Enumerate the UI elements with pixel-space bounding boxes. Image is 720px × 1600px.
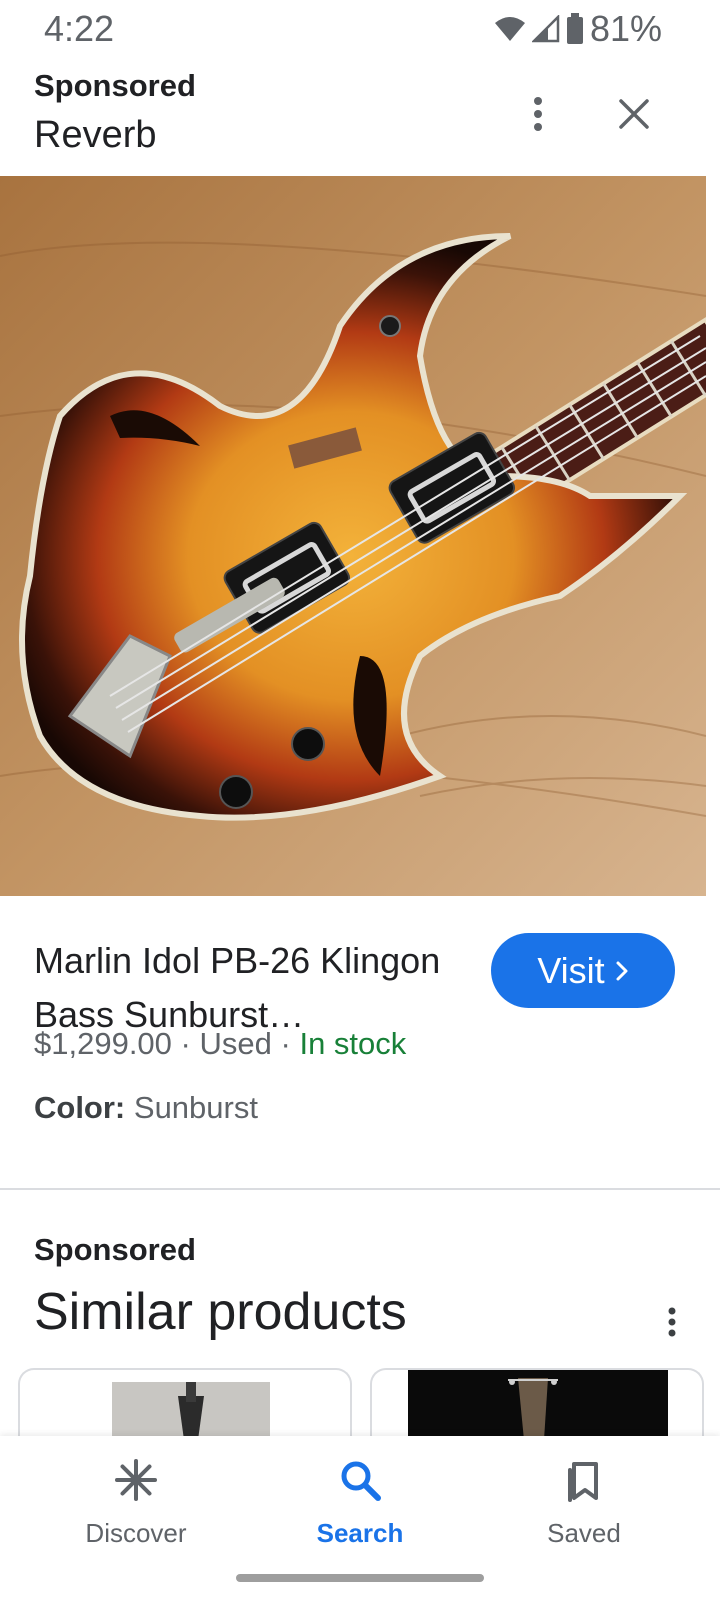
nav-search-label: Search [316,1518,404,1548]
product-image[interactable] [0,176,706,896]
close-icon [619,99,649,129]
similar-product-thumbnail [112,1382,270,1438]
product-price: $1,299.00 [34,1026,172,1061]
visit-button-label: Visit [537,949,605,991]
status-indicators: 81% [494,8,662,50]
sponsored-label: Sponsored [34,68,196,103]
ad-header: Sponsored Reverb [0,56,720,176]
product-title-text: Marlin Idol PB-26 Klingon Bass Sunburst… [34,940,441,1030]
product-condition: Used [199,1026,272,1061]
similar-product-thumbnail [408,1370,668,1438]
similar-sponsored-label: Sponsored [34,1232,196,1267]
color-value: Sunburst [133,1090,258,1125]
chevron-right-icon [616,961,628,980]
discover-asterisk-icon [112,1456,160,1504]
status-time: 4:22 [44,8,115,49]
advertiser-name[interactable]: Reverb [34,114,157,157]
similar-products-title: Similar products [34,1283,407,1341]
section-divider [0,1188,720,1190]
cell-signal-icon [531,15,560,43]
color-row: Color: Sunburst [34,1090,258,1126]
close-button[interactable] [610,90,658,138]
similar-more-button[interactable] [652,1300,692,1344]
similar-product-card[interactable] [370,1368,704,1438]
wifi-icon [494,17,525,41]
visit-button[interactable]: Visit [491,933,675,1008]
nav-discover[interactable]: Discover [46,1456,226,1549]
battery-percent: 81% [589,8,662,49]
nav-search[interactable]: Search [270,1456,450,1549]
price-row: $1,299.00 · Used · In stock [34,1026,406,1062]
nav-discover-label: Discover [85,1518,187,1548]
nav-saved[interactable]: Saved [494,1456,674,1549]
more-vert-icon [668,1307,676,1337]
color-label: Color: [34,1090,126,1125]
separator: · [180,1026,191,1061]
more-vert-icon [534,97,542,131]
status-bar: 4:22 81% [0,0,720,56]
nav-saved-label: Saved [547,1518,621,1548]
product-title[interactable]: Marlin Idol PB-26 Klingon Bass Sunburst… [34,934,474,1030]
battery-icon [566,13,583,44]
similar-product-card[interactable] [18,1368,352,1438]
stock-status: In stock [299,1026,407,1061]
more-options-button[interactable] [516,90,560,138]
home-indicator[interactable] [236,1574,484,1582]
separator: · [280,1026,291,1061]
search-icon [336,1456,384,1504]
saved-bookmark-icon [560,1456,608,1504]
